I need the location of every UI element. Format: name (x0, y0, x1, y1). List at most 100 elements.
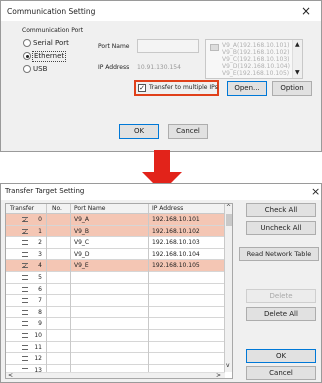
transfer-checkbox[interactable] (22, 321, 28, 327)
table-row[interactable]: 7 (6, 295, 224, 307)
delete-button[interactable]: Delete (246, 289, 316, 303)
transfer-checkbox[interactable] (22, 251, 28, 257)
option-button[interactable]: Option (272, 81, 312, 96)
ok-button[interactable]: OK (119, 124, 159, 139)
transfer-checkbox[interactable] (22, 275, 28, 280)
ip-list-box[interactable]: ▲ ▼ V9_A(192.168.10.101) V9_B(192.168.10… (205, 39, 303, 79)
row-number: 12 (34, 355, 42, 363)
group-label: Communication Port (22, 27, 84, 34)
scroll-down-icon[interactable]: ▼ (295, 69, 300, 77)
list-row-icon (210, 44, 219, 51)
open-button[interactable]: Open... (227, 81, 267, 96)
port-name-field[interactable] (137, 39, 199, 53)
delete-all-button[interactable]: Delete All (246, 307, 316, 321)
dialog-title: Transfer Target Setting (5, 187, 85, 195)
ip-address-cell: 192.168.10.105 (152, 262, 200, 270)
transfer-checkbox[interactable]: ✓ (22, 217, 28, 224)
close-icon[interactable]: × (311, 185, 320, 198)
table-row[interactable]: 8 (6, 307, 224, 319)
column-header-port-name[interactable]: Port Name (74, 205, 106, 213)
column-header-no[interactable]: No. (52, 205, 62, 213)
ip-list-item[interactable]: V9_E(192.168.10.105) (222, 70, 289, 78)
scroll-left-icon[interactable]: < (8, 372, 13, 378)
radio-usb[interactable] (23, 65, 31, 73)
port-name-label: Port Name (98, 43, 130, 50)
scroll-right-icon[interactable]: > (216, 372, 221, 378)
transfer-checkbox[interactable] (22, 309, 28, 315)
dialog-title: Communication Setting (7, 7, 96, 16)
table-scrollbar[interactable]: ^ v (225, 204, 232, 372)
table-row[interactable]: 5 (6, 272, 224, 284)
ip-address-cell: 192.168.10.101 (152, 216, 200, 223)
table-row[interactable]: ✓ 0 V9_A 192.168.10.101 (6, 214, 224, 226)
port-name-cell: V9_C (74, 239, 90, 247)
row-number: 4 (38, 262, 42, 270)
ip-address-cell: 192.168.10.104 (152, 250, 200, 258)
row-number: 9 (38, 320, 42, 328)
close-icon[interactable]: × (301, 4, 311, 18)
table-row[interactable]: ✓ 4 V9_E 192.168.10.105 (6, 260, 224, 272)
cancel-button[interactable]: Cancel (246, 366, 316, 380)
radio-ethernet[interactable] (23, 52, 31, 60)
transfer-checkbox[interactable] (22, 344, 28, 350)
column-divider (148, 204, 149, 378)
port-name-cell: V9_A (74, 216, 90, 223)
read-network-table-button[interactable]: Read Network Table (239, 247, 319, 261)
table-row[interactable]: 2 V9_C 192.168.10.103 (6, 237, 224, 249)
transfer-target-dialog: Transfer Target Setting × Transfer No. P… (0, 183, 322, 383)
transfer-checkbox[interactable] (22, 356, 28, 362)
transfer-checkbox[interactable] (22, 298, 28, 304)
communication-setting-dialog: Communication Setting × Communication Po… (0, 0, 322, 152)
scroll-thumb[interactable] (226, 214, 232, 226)
radio-ethernet-label: Ethernet (32, 51, 67, 62)
table-header: Transfer No. Port Name IP Address (6, 204, 224, 214)
transfer-checkbox[interactable] (22, 333, 28, 338)
port-name-cell: V9_E (74, 262, 89, 270)
column-header-ip-address[interactable]: IP Address (152, 205, 183, 213)
table-row[interactable]: 9 (6, 318, 224, 330)
table-row[interactable]: ✓ 1 V9_B 192.168.10.102 (6, 225, 224, 238)
row-number: 3 (38, 250, 42, 258)
table-hscrollbar[interactable]: < > (6, 372, 225, 378)
transfer-checkbox[interactable]: ✓ (22, 263, 28, 270)
row-number: 5 (38, 274, 42, 281)
list-scrollbar[interactable]: ▲ ▼ (292, 40, 302, 78)
transfer-checkbox[interactable] (22, 240, 28, 246)
ok-button[interactable]: OK (246, 349, 316, 363)
port-group: Communication Port Serial Port Ethernet … (19, 27, 87, 99)
table-row[interactable]: 11 (6, 342, 224, 354)
table-row[interactable]: 10 (6, 330, 224, 342)
column-divider (46, 204, 47, 378)
transfer-checkbox[interactable] (22, 286, 28, 292)
radio-serial-port[interactable] (23, 39, 31, 47)
scroll-down-icon[interactable]: v (226, 362, 230, 370)
column-divider (70, 204, 71, 378)
scroll-up-icon[interactable]: ▲ (295, 41, 300, 49)
ip-address-value[interactable]: 10.91.130.154 (137, 64, 181, 72)
ip-address-label: IP Address (98, 64, 130, 71)
row-number: 6 (38, 285, 42, 293)
row-number: 2 (38, 239, 42, 247)
row-number: 8 (38, 308, 42, 316)
row-number: 0 (38, 216, 42, 223)
dialog-titlebar: Transfer Target Setting × (1, 184, 321, 200)
row-number: 10 (34, 332, 42, 339)
dialog-titlebar: Communication Setting × (1, 1, 321, 21)
column-header-transfer[interactable]: Transfer (10, 205, 34, 213)
ip-address-cell: 192.168.10.102 (152, 227, 200, 235)
table-row[interactable]: 3 V9_D 192.168.10.104 (6, 249, 224, 261)
target-table: Transfer No. Port Name IP Address ✓ 0 V9_A… (5, 203, 233, 379)
check-all-button[interactable]: Check All (246, 203, 316, 217)
cancel-button[interactable]: Cancel (168, 124, 208, 139)
table-row[interactable]: 6 (6, 284, 224, 296)
table-row[interactable]: 12 (6, 353, 224, 365)
uncheck-all-button[interactable]: Uncheck All (246, 221, 316, 235)
transfer-multiple-checkbox[interactable]: ✓ (138, 84, 146, 92)
port-name-cell: V9_D (74, 250, 90, 258)
row-number: 7 (38, 297, 42, 305)
ip-address-cell: 192.168.10.103 (152, 239, 200, 247)
transfer-checkbox[interactable]: ✓ (22, 228, 28, 235)
scroll-up-icon[interactable]: ^ (226, 204, 231, 212)
radio-usb-label: USB (33, 65, 48, 73)
radio-serial-label: Serial Port (33, 39, 69, 47)
